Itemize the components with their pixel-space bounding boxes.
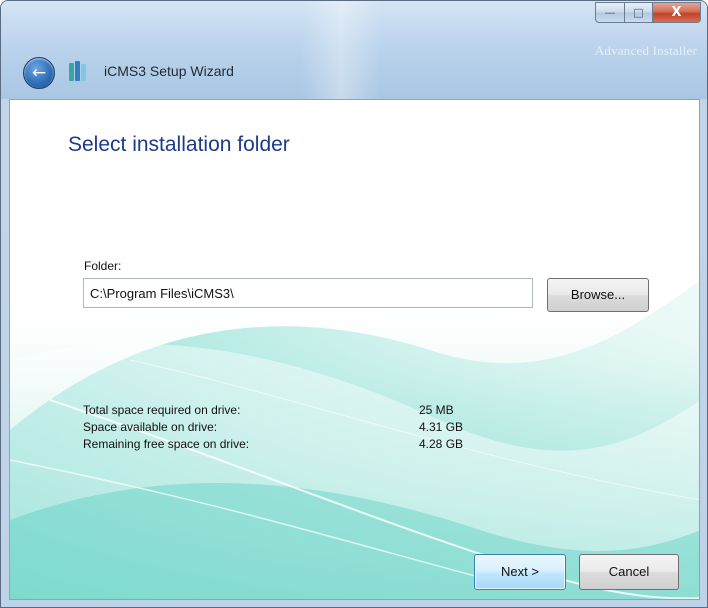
back-button[interactable]: ← (23, 57, 55, 89)
folder-path-input[interactable] (83, 278, 533, 308)
page-title: Select installation folder (68, 133, 290, 156)
window-caption-buttons: — □ X (595, 2, 701, 24)
remaining-space-label: Remaining free space on drive: (83, 437, 250, 451)
background-waves (10, 281, 699, 599)
installer-app-icon (69, 61, 86, 81)
browse-button[interactable]: Browse... (547, 278, 649, 312)
next-button[interactable]: Next > (474, 554, 566, 590)
available-space-value: 4.31 GB (419, 420, 464, 434)
available-space-label: Space available on drive: (83, 420, 218, 434)
folder-label: Folder: (84, 259, 122, 273)
setup-wizard-window: — □ X Advanced Installer ← iCMS3 Setup W… (0, 0, 708, 608)
maximize-button[interactable]: □ (625, 2, 653, 23)
remaining-space-value: 4.28 GB (419, 437, 464, 451)
minimize-button[interactable]: — (595, 2, 625, 23)
total-space-value: 25 MB (419, 403, 454, 417)
space-info-values: 25 MB 4.31 GB 4.28 GB (419, 402, 463, 453)
back-arrow-icon: ← (31, 62, 47, 83)
space-info-labels: Total space required on drive: Space ava… (83, 402, 249, 453)
cancel-button[interactable]: Cancel (579, 554, 679, 590)
window-title: iCMS3 Setup Wizard (104, 63, 234, 79)
brand-watermark: Advanced Installer (594, 43, 697, 58)
wizard-content-panel: Select installation folder Folder: Brows… (9, 99, 700, 600)
close-button[interactable]: X (653, 2, 701, 23)
total-space-label: Total space required on drive: (83, 403, 241, 417)
